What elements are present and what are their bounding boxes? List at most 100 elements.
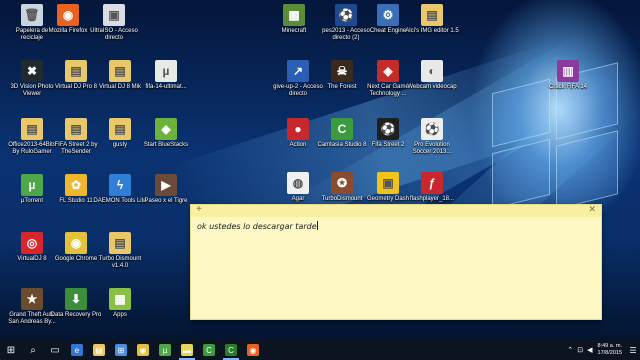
desktop-icon-label: gusty (112, 142, 128, 148)
desktop-icon[interactable]: ▣ UltraISO - Acceso directo (86, 4, 142, 42)
action-center-icon[interactable]: ☰ (626, 340, 640, 360)
office-folder-icon: ▤ (21, 118, 43, 140)
desktop-icon-label: Geometry Dash (366, 196, 409, 202)
start-button[interactable]: ⊞ (0, 340, 22, 360)
desktop-icon-label: Alci's IMG editor 1.5 (405, 28, 459, 34)
desktop-icon-label: Google Chrome (54, 256, 98, 262)
desktop-icon-label: VirtualDJ 8 (17, 256, 47, 262)
3d-vision-icon: ✖ (21, 60, 43, 82)
desktop-icon-label: Mozilla Firefox (48, 28, 88, 34)
turbo-dismount-icon: ✪ (331, 172, 353, 194)
agar-icon: ◍ (287, 172, 309, 194)
utorrent-icon: µ (21, 174, 43, 196)
firefox-icon[interactable]: ◉ (242, 340, 264, 360)
folder-icon: ▤ (65, 60, 87, 82)
add-note-button[interactable]: + (196, 204, 202, 215)
desktop[interactable]: 🗑 Papelera de reciclaje ◉ Mozilla Firefox ▣ U… (0, 0, 640, 340)
flash-player-icon: ƒ (421, 172, 443, 194)
firefox-glyph: ◉ (247, 344, 259, 356)
desktop-icon-label: Turbo Dismount v1.4.0 (98, 256, 142, 269)
cheat-engine-icon: ⚙ (377, 4, 399, 26)
desktop-icon-label: FL Studio 11 (59, 198, 93, 204)
desktop-icon-label: Crack FIFA 14 (548, 84, 587, 90)
gta-icon: ★ (21, 288, 43, 310)
desktop-icon[interactable]: µ fifa-14-ultimat... (138, 60, 194, 91)
store-icon[interactable]: ⊞ (110, 340, 132, 360)
chrome-icon[interactable]: ◉ (132, 340, 154, 360)
wallpaper-window-pane (556, 130, 618, 210)
geometry-dash-icon: ▣ (377, 172, 399, 194)
folder-icon: ▤ (109, 118, 131, 140)
sticky-note-header[interactable]: + ✕ (191, 204, 601, 217)
show-hidden-icons-icon[interactable]: ⌃ (565, 346, 575, 354)
desktop-icon[interactable]: ▦ Apps (92, 288, 148, 319)
desktop-icon-label: UltraISO - Acceso directo (90, 28, 138, 41)
sticky-note[interactable]: + ✕ ok ustedes lo descargar tarde (190, 204, 602, 320)
sticky-note-content: ok ustedes lo descargar tarde (197, 222, 317, 231)
desktop-icon[interactable]: ƒ flashplayer_18... (404, 172, 460, 203)
the-forest-icon: ☠ (331, 60, 353, 82)
desktop-icon[interactable]: ◐ Webcam videocap (404, 60, 460, 91)
text-caret (316, 221, 318, 230)
pes-icon: ⚽ (421, 118, 443, 140)
sticky-notes-glyph: ▬ (181, 344, 193, 356)
pes2013-icon: ⚽ (335, 4, 357, 26)
desktop-icon-label: TurboDismount (321, 196, 363, 202)
next-car-game-icon: ◈ (377, 60, 399, 82)
camtasia-glyph: C (203, 344, 215, 356)
desktop-icon[interactable]: ▤ Turbo Dismount v1.4.0 (92, 232, 148, 270)
edge-icon[interactable]: e (66, 340, 88, 360)
camtasia-recorder-icon[interactable]: C (220, 340, 242, 360)
search-icon[interactable]: ⌕ (22, 340, 44, 360)
daemon-tools-icon: ϟ (109, 174, 131, 196)
desktop-icon-label: Cheat Engine (369, 28, 407, 34)
chrome-glyph: ◉ (137, 344, 149, 356)
fifa-street-icon: ⚽ (377, 118, 399, 140)
clock-date: 17/8/2015 (597, 350, 622, 356)
sticky-note-text[interactable]: ok ustedes lo descargar tarde (197, 221, 318, 231)
desktop-icon-label: Start BlueStacks (143, 142, 189, 148)
action-icon: ● (287, 118, 309, 140)
desktop-icon-label: The Forest (327, 84, 357, 90)
winrar-icon: ▥ (557, 60, 579, 82)
video-file-icon: ▶ (155, 174, 177, 196)
volume-icon[interactable]: ◀ (585, 346, 594, 354)
store-glyph: ⊞ (115, 344, 127, 356)
taskbar: ⊞ ⌕ ▭ e ▤ ⊞ ◉ µ ▬ C C ◉ ⌃ ⊡ ◀ 8:49 a. m. 17/8/2015 … (0, 340, 640, 360)
desktop-icon[interactable]: ▥ Crack FIFA 14 (540, 60, 596, 91)
desktop-icon[interactable]: ⚽ Pro Evolution Soccer 2013... (404, 118, 460, 156)
clock[interactable]: 8:49 a. m. 17/8/2015 (595, 343, 626, 357)
ultraiso-icon: ▣ (103, 4, 125, 26)
android-apps-icon: ▦ (109, 288, 131, 310)
folder-icon: ▤ (109, 232, 131, 254)
task-view-icon[interactable]: ▭ (44, 340, 66, 360)
desktop-icon-label: Apps (113, 312, 127, 318)
file-explorer-glyph: ▤ (93, 344, 105, 356)
desktop-icon-label: Virtual DJ 8 Mik (99, 84, 141, 90)
data-recovery-icon: ⬇ (65, 288, 87, 310)
taskbar-items: ⊞ ⌕ ▭ e ▤ ⊞ ◉ µ ▬ C C ◉ (0, 340, 264, 360)
desktop-icon[interactable]: ▩ Minecraft (266, 4, 322, 35)
desktop-icon-label: Pro Evolution Soccer 2013... (412, 142, 452, 155)
desktop-icon[interactable]: ▶ Paseo x el Tigre (138, 174, 194, 205)
sticky-notes-icon[interactable]: ▬ (176, 340, 198, 360)
minecraft-icon: ▩ (283, 4, 305, 26)
desktop-icon-label: Action (289, 142, 307, 148)
desktop-icon-label: Virtual DJ Pro 8 (55, 84, 97, 90)
firefox-icon: ◉ (57, 4, 79, 26)
desktop-icon-label: Fifa Street 2 (371, 142, 405, 148)
desktop-icon[interactable]: ▤ Alci's IMG editor 1.5 (404, 4, 460, 35)
folder-icon: ▤ (421, 4, 443, 26)
camtasia-icon[interactable]: C (198, 340, 220, 360)
close-note-button[interactable]: ✕ (588, 204, 596, 215)
desktop-icon[interactable]: ◆ Start BlueStacks (138, 118, 194, 149)
network-icon[interactable]: ⊡ (575, 346, 585, 354)
desktop-icon-label: µTorrent (20, 198, 44, 204)
desktop-icon-label: Agar (291, 196, 305, 202)
give-up-icon: ↗ (287, 60, 309, 82)
utorrent-icon[interactable]: µ (154, 340, 176, 360)
desktop-icon-label: fifa-14-ultimat... (145, 84, 187, 90)
file-explorer-icon[interactable]: ▤ (88, 340, 110, 360)
edge-glyph: e (71, 344, 83, 356)
utorrent-file-icon: µ (155, 60, 177, 82)
